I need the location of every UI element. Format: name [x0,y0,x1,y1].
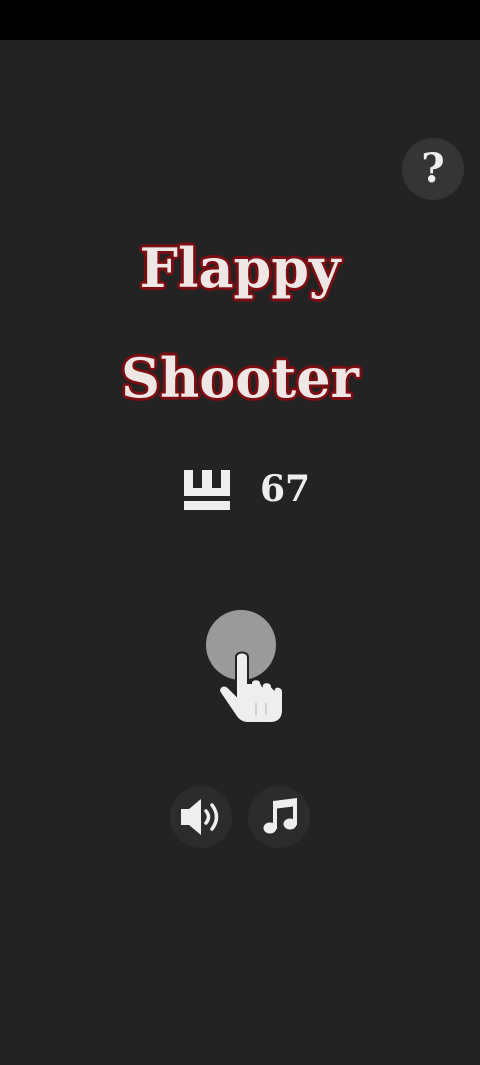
music-note-icon [263,798,297,834]
help-button-label: ? [421,145,445,192]
game-title-line-1: Flappy [139,236,341,300]
status-bar [0,0,480,40]
crown-icon [184,470,230,510]
tap-hand-icon[interactable] [196,605,286,730]
game-title-line-2: Shooter [120,346,360,410]
help-button[interactable]: ? [402,138,464,200]
best-score-row: 67 [182,466,310,512]
best-score-value: 67 [260,468,311,510]
game-screen[interactable]: ? Flappy Shooter 67 [0,0,480,1065]
speaker-icon [181,799,219,835]
sound-toggle-button[interactable] [170,786,232,848]
music-toggle-button[interactable] [248,786,310,848]
